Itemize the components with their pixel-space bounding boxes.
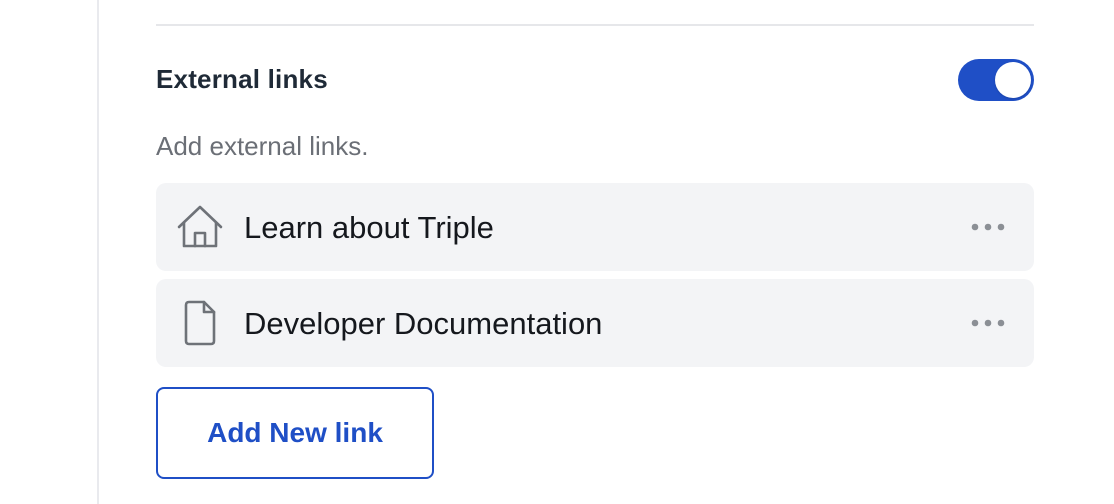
link-item-learn-about-triple[interactable]: Learn about Triple [156,183,1034,271]
home-icon [176,203,224,251]
external-links-toggle[interactable] [958,59,1034,101]
section-divider [156,24,1034,26]
document-icon [176,299,224,347]
link-label: Learn about Triple [244,210,494,245]
link-label: Developer Documentation [244,306,603,341]
section-description: Add external links. [156,131,369,161]
settings-panel: External links Add external links. Learn… [0,0,1114,504]
add-new-link-button[interactable]: Add New link [156,387,434,479]
more-options-button[interactable] [968,309,1008,337]
sidebar-border [97,0,99,504]
more-options-button[interactable] [968,213,1008,241]
link-item-developer-documentation[interactable]: Developer Documentation [156,279,1034,367]
section-title: External links [156,64,328,94]
toggle-knob [995,62,1031,98]
